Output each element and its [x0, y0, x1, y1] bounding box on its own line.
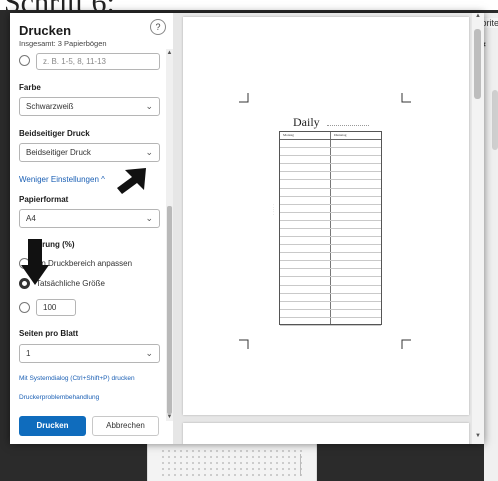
pages-per-sheet-select[interactable]: 1 ⌄ — [19, 344, 160, 363]
chevron-down-icon: ⌄ — [145, 101, 153, 111]
table-row-line — [280, 260, 381, 262]
page-title: Daily — [293, 115, 320, 129]
table-row-line — [280, 292, 381, 294]
troubleshoot-link[interactable]: Druckerproblembehandlung — [19, 394, 99, 401]
planner-table: Montag Dienstag — [279, 131, 382, 326]
chevron-down-icon: ⌄ — [145, 147, 153, 157]
print-button[interactable]: Drucken — [19, 416, 86, 436]
chevron-down-icon: ⌄ — [145, 348, 153, 358]
paper-size-label: Papierformat — [19, 195, 69, 204]
table-row-line — [280, 252, 381, 254]
sheet-count: Insgesamt: 3 Papierbögen — [19, 39, 107, 48]
table-row-line — [280, 325, 381, 326]
table-row-line — [280, 155, 381, 157]
table-row-line — [280, 244, 381, 246]
chevron-up-icon: ^ — [101, 175, 105, 184]
table-row-line — [280, 171, 381, 173]
settings-panel: Drucken Insgesamt: 3 Papierbögen ? z. B.… — [10, 13, 173, 444]
title-dots — [327, 123, 369, 126]
color-select-value: Schwarzweiß — [26, 102, 74, 111]
color-select[interactable]: Schwarzweiß ⌄ — [19, 97, 160, 116]
table-row-line — [280, 284, 381, 286]
table-row-line — [280, 219, 381, 221]
pages-per-sheet-value: 1 — [26, 349, 31, 358]
background-page — [147, 440, 317, 481]
table-row-line — [280, 276, 381, 278]
paper-size-value: A4 — [26, 214, 36, 223]
pages-per-sheet-label: Seiten pro Blatt — [19, 329, 79, 338]
browser-scrollbar[interactable] — [492, 90, 498, 150]
fewer-settings-link[interactable]: Weniger Einstellungen ^ — [19, 175, 105, 184]
paper-size-select[interactable]: A4 ⌄ — [19, 209, 160, 228]
table-row-line — [280, 227, 381, 229]
duplex-select[interactable]: Beidseitiger Druck ⌄ — [19, 143, 160, 162]
dialog-title: Drucken — [19, 23, 72, 38]
crop-mark — [401, 93, 411, 103]
preview-page: Daily Montag Dienstag · · · · · — [183, 17, 469, 415]
table-row-line — [280, 236, 381, 238]
crop-mark — [239, 339, 249, 349]
scroll-down-icon[interactable]: ▼ — [166, 413, 173, 421]
table-row-line — [280, 316, 381, 318]
duplex-select-value: Beidseitiger Druck — [26, 148, 91, 157]
column-header: Dienstag — [334, 133, 347, 137]
arrow-icon — [21, 239, 49, 285]
dot-grid — [160, 448, 306, 478]
table-row-line — [280, 147, 381, 149]
browser-side-strip — [484, 13, 498, 481]
scroll-up-icon[interactable]: ▲ — [166, 49, 173, 57]
preview-scroll-thumb[interactable] — [474, 29, 481, 99]
color-label: Farbe — [19, 83, 41, 92]
side-note: · · · · · — [270, 204, 276, 215]
table-row-line — [280, 203, 381, 205]
pages-range-input[interactable]: z. B. 1-5, 8, 11-13 — [36, 53, 160, 70]
settings-scroll-thumb[interactable] — [167, 206, 172, 414]
custom-scale-radio[interactable] — [19, 302, 30, 313]
duplex-label: Beidseitiger Druck — [19, 129, 90, 138]
scroll-up-icon[interactable]: ▲ — [472, 13, 484, 23]
table-row-line — [280, 268, 381, 270]
scale-input[interactable]: 100 — [36, 299, 76, 316]
table-row-line — [280, 300, 381, 302]
page-line — [300, 454, 301, 476]
help-button[interactable]: ? — [150, 19, 166, 35]
table-row-line — [280, 187, 381, 189]
fit-to-area-label: An Druckbereich anpassen — [36, 259, 133, 268]
fewer-settings-label: Weniger Einstellungen — [19, 175, 99, 184]
table-row-line — [280, 195, 381, 197]
cancel-button[interactable]: Abbrechen — [92, 416, 159, 436]
print-preview: Daily Montag Dienstag · · · · · — [173, 13, 472, 444]
table-row-line — [280, 139, 381, 140]
preview-page-2 — [183, 423, 469, 444]
table-row-line — [280, 211, 381, 213]
crop-mark — [239, 93, 249, 103]
table-row-line — [280, 179, 381, 181]
scroll-down-icon[interactable]: ▼ — [472, 433, 484, 443]
crop-mark — [401, 339, 411, 349]
print-dialog: Drucken Insgesamt: 3 Papierbögen ? z. B.… — [10, 13, 484, 444]
table-row-line — [280, 308, 381, 310]
table-row-line — [280, 163, 381, 165]
chevron-down-icon: ⌄ — [145, 213, 153, 223]
arrow-icon — [117, 168, 146, 194]
column-header: Montag — [283, 133, 294, 137]
system-dialog-link[interactable]: Mit Systemdialog (Ctrl+Shift+P) drucken — [19, 375, 135, 382]
custom-pages-radio[interactable] — [19, 55, 30, 66]
